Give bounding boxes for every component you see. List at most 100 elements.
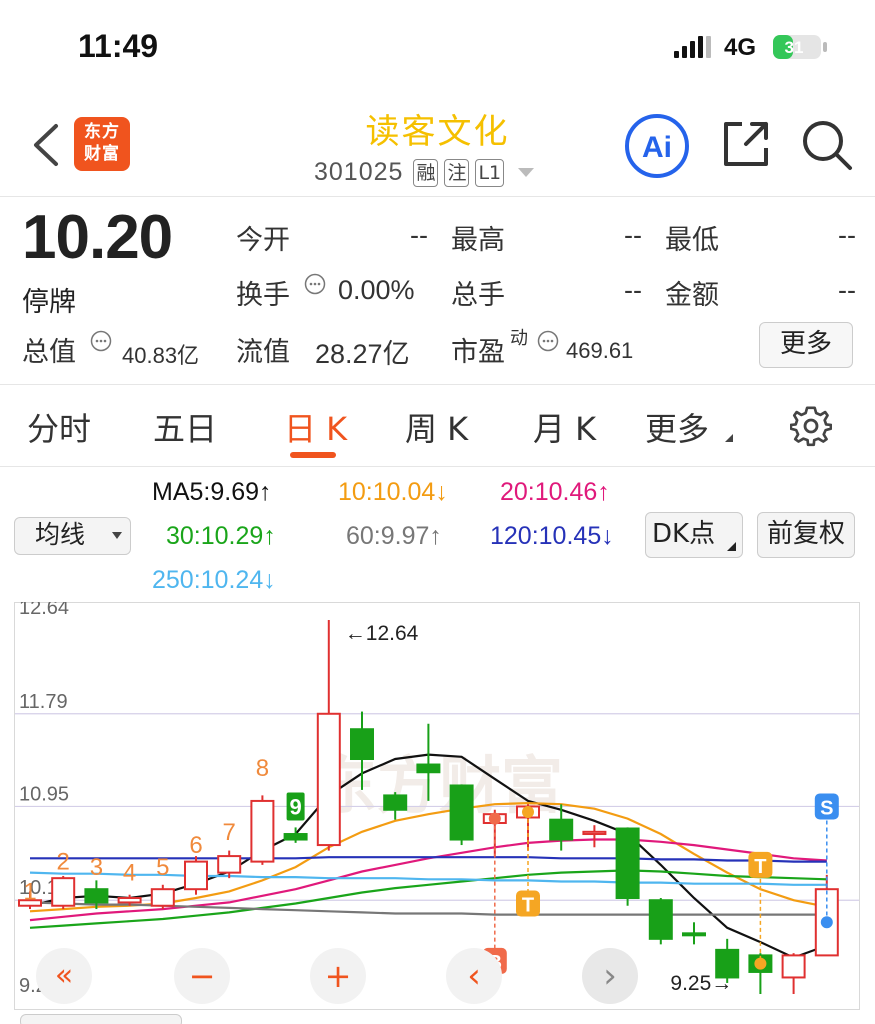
min-price-marker: 9.25→: [670, 972, 732, 995]
candle-up: [250, 799, 275, 863]
signal-dot: [820, 916, 833, 929]
chevron-down-icon[interactable]: [518, 168, 535, 177]
divider: [0, 466, 875, 467]
total-cap-value: 40.83亿: [122, 343, 200, 368]
ma120-text: 120:10.45: [490, 522, 602, 550]
candle-down: [682, 932, 706, 937]
ma120-legend: 120:10.45↓: [490, 522, 614, 551]
ma10-text: 10:10.04: [338, 478, 436, 506]
total-cap-label: 总值: [22, 337, 76, 368]
stock-code: 301025: [314, 158, 404, 186]
volume-value: --: [624, 275, 642, 305]
price-adjust-button[interactable]: 前复权: [757, 512, 855, 558]
float-cap-label: 流值: [236, 337, 290, 368]
signal-label: T: [754, 856, 766, 878]
ma60-legend: 60:9.97↑: [346, 522, 442, 551]
turnover-label: 换手: [236, 280, 290, 311]
info-icon[interactable]: [90, 330, 112, 352]
high-label: 最高: [451, 225, 505, 256]
signal-icon: [674, 36, 711, 58]
tab-more[interactable]: 更多: [645, 404, 709, 450]
low-label: 最低: [665, 225, 719, 256]
candle-down: [350, 728, 374, 761]
network-type: 4G: [724, 34, 757, 61]
candle-down: [648, 899, 673, 940]
scroll-right-button[interactable]: ›: [582, 948, 638, 1004]
high-value: --: [624, 220, 642, 250]
max-price-marker: ←12.64: [345, 622, 419, 645]
pe-label: 市盈: [451, 337, 505, 368]
tab-daily-k[interactable]: 日 K: [284, 404, 347, 450]
search-icon[interactable]: [800, 118, 854, 172]
low-value: --: [838, 220, 856, 250]
share-icon[interactable]: [720, 118, 772, 170]
ma5-text: MA5:9.69: [152, 478, 260, 506]
ma60-arrow: ↑: [429, 522, 442, 550]
ma120-arrow: ↓: [601, 522, 614, 550]
count-marker: 4: [123, 860, 136, 887]
ai-icon[interactable]: Ai: [624, 113, 690, 179]
jump-start-button[interactable]: «: [36, 948, 92, 1004]
tab-weekly-k[interactable]: 周 K: [405, 404, 468, 450]
open-value: --: [410, 220, 428, 250]
last-price: 10.20: [22, 203, 173, 272]
candle-up: [117, 897, 142, 904]
ma20-text: 20:10.46: [500, 478, 598, 506]
signal-dot: [522, 805, 534, 818]
ma5-legend: MA5:9.69↑: [152, 478, 272, 507]
candle-up: [316, 712, 341, 847]
count-marker: 8: [256, 755, 269, 782]
indicator-select[interactable]: 均线: [14, 517, 131, 555]
dk-point-button[interactable]: DK点: [645, 512, 743, 558]
divider: [0, 196, 875, 197]
ma30-legend: 30:10.29↑: [166, 522, 276, 551]
count-marker: 1: [23, 878, 36, 905]
count-marker: 6: [189, 832, 202, 859]
plus-icon: +: [324, 957, 352, 995]
tab-monthly-k[interactable]: 月 K: [533, 404, 596, 450]
candle-up: [150, 888, 175, 907]
chevron-right-icon: ›: [603, 956, 617, 996]
minus-icon: −: [188, 957, 216, 995]
candle-up: [582, 830, 607, 836]
info-icon[interactable]: [537, 330, 559, 352]
tab-five-day[interactable]: 五日: [153, 404, 217, 450]
stock-subtitle[interactable]: 301025 融 注 L1: [314, 158, 535, 187]
status-bar: 11:49 4G 31: [0, 0, 875, 90]
scroll-left-button[interactable]: ‹: [446, 948, 502, 1004]
gear-icon[interactable]: [790, 405, 832, 447]
signal-label: S: [820, 797, 833, 819]
candle-down: [416, 763, 441, 774]
tag-margin: 融: [413, 158, 439, 187]
ma20-arrow: ↑: [597, 478, 610, 506]
ma60-text: 60:9.97: [346, 522, 430, 550]
tag-registered: 注: [444, 158, 470, 187]
ai-label: Ai: [642, 131, 672, 164]
candle-down: [383, 794, 408, 811]
pe-value: 469.61: [566, 338, 634, 363]
price-axis-label: 10.95: [19, 783, 69, 805]
tab-intraday[interactable]: 分时: [27, 404, 91, 450]
volume-panel-header: [20, 1014, 856, 1024]
zoom-out-button[interactable]: −: [174, 948, 230, 1004]
ma20-legend: 20:10.46↑: [500, 478, 610, 507]
count-marker: 7: [223, 819, 236, 846]
tag-level: L1: [475, 158, 505, 187]
candle-down: [449, 784, 474, 841]
double-left-icon: «: [54, 958, 74, 993]
corner-caret-icon: [727, 542, 736, 551]
more-button[interactable]: 更多: [759, 322, 853, 368]
ma250-arrow: ↓: [263, 566, 276, 594]
turnover-value: 0.00%: [338, 275, 415, 305]
candle-up: [217, 855, 242, 874]
chevron-left-icon: ‹: [467, 956, 481, 996]
candle-down: [549, 818, 574, 841]
active-tab-indicator: [290, 452, 336, 458]
zoom-in-button[interactable]: +: [310, 948, 366, 1004]
ma250-legend: 250:10.24↓: [152, 566, 276, 595]
dropdown-icon: [112, 532, 122, 539]
info-icon[interactable]: [304, 273, 326, 295]
candlestick-chart[interactable]: 东方财富12.6411.7910.9510.109.25123456789←12…: [14, 602, 860, 1010]
open-label: 今开: [236, 225, 290, 256]
candle-up: [184, 860, 208, 891]
